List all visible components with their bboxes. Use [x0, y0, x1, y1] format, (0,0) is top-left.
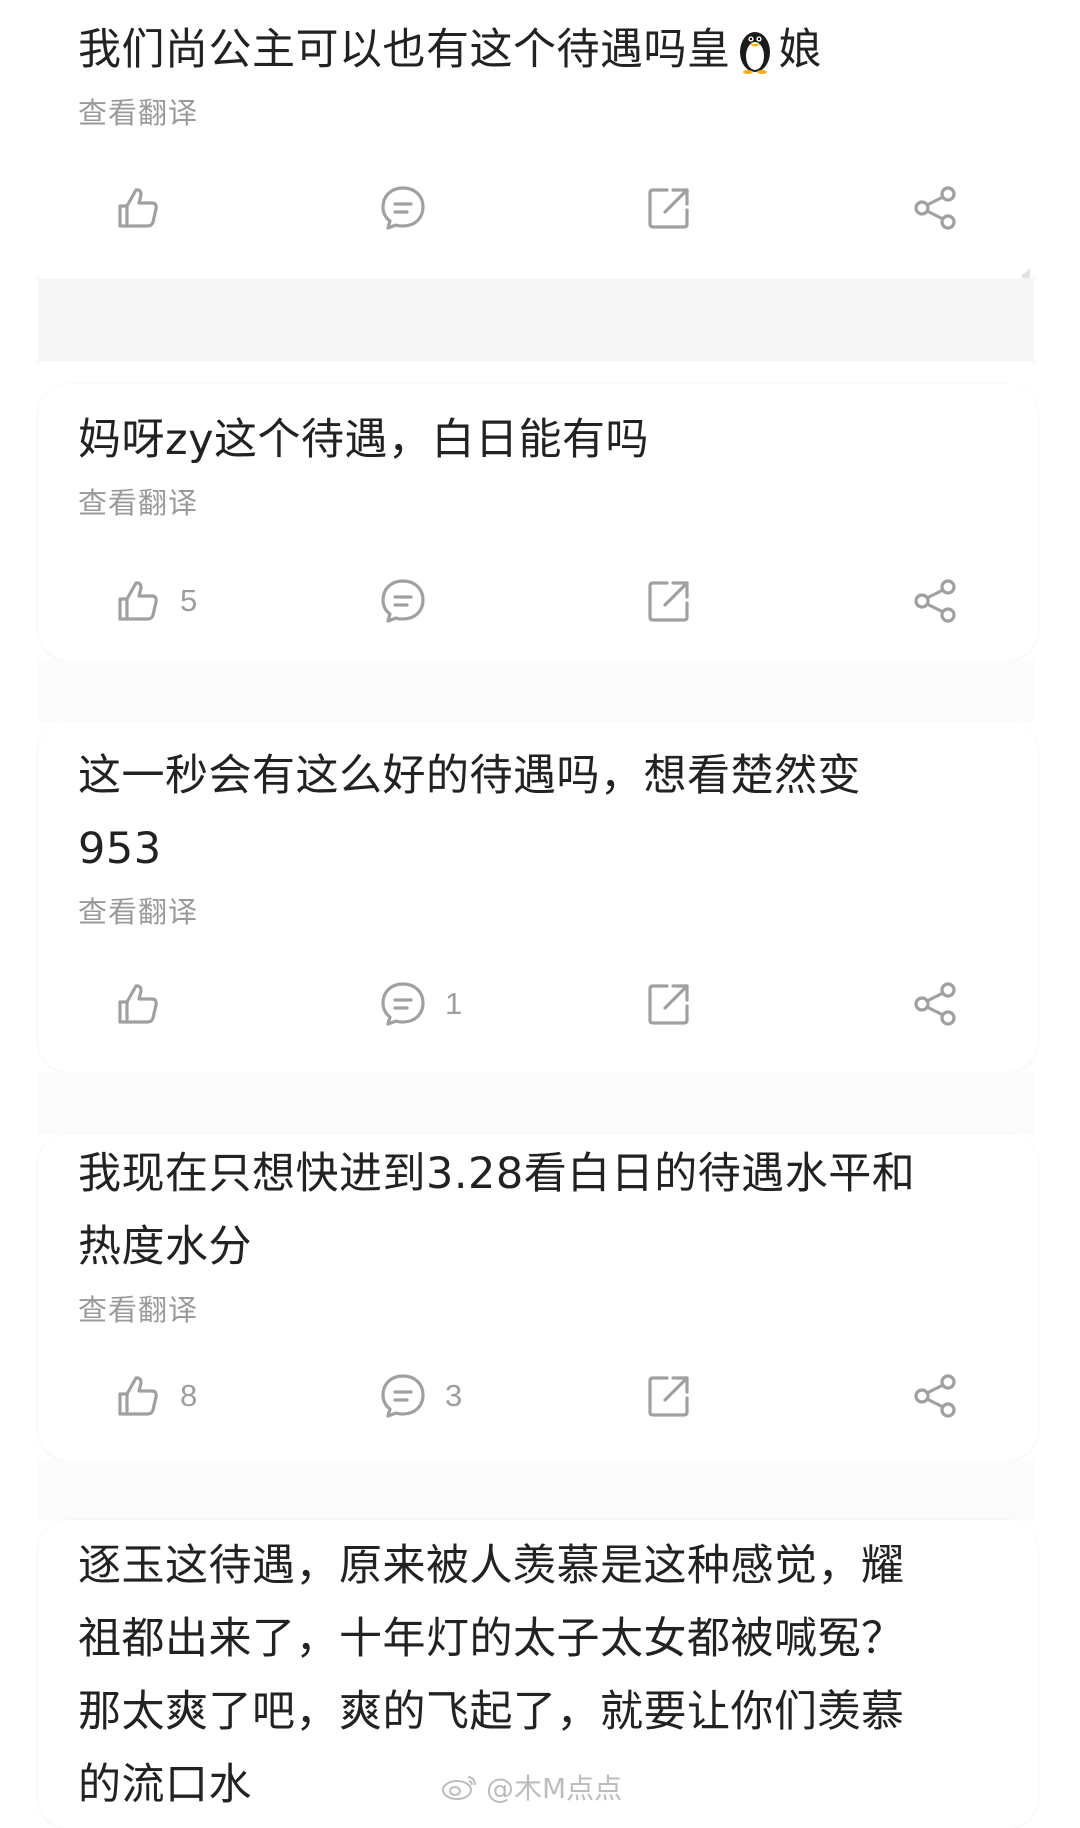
penguin-emoji-icon	[739, 32, 770, 74]
comment-bubble-icon	[381, 579, 425, 623]
thumbs-up-icon	[118, 188, 158, 228]
thumbs-up-icon	[118, 984, 158, 1024]
translate-link[interactable]: 查看翻译	[78, 483, 998, 523]
like-count: 8	[180, 1378, 198, 1413]
comment-text: 我们尚公主可以也有这个待遇吗皇 娘	[78, 14, 998, 87]
comment-text-part: 娘	[778, 25, 822, 75]
share-nodes-icon	[914, 186, 956, 230]
comment-bubble-icon	[381, 186, 425, 230]
comment-card: 这一秒会有这么好的待遇吗，想看楚然变 953 查看翻译 1	[38, 722, 1038, 1072]
share-button[interactable]	[910, 964, 962, 1044]
forward-button[interactable]	[643, 964, 695, 1044]
watermark: @木M点点	[440, 1765, 622, 1809]
action-bar: 5	[38, 561, 1038, 641]
action-bar: 8 3	[38, 1356, 1038, 1436]
share-nodes-icon	[914, 579, 956, 623]
separator-band	[38, 1072, 1034, 1134]
comment-card: 我现在只想快进到3.28看白日的待遇水平和 热度水分 查看翻译 8 3	[38, 1134, 1038, 1460]
thumbs-up-icon	[118, 581, 158, 621]
like-button[interactable]: 8	[112, 1356, 197, 1436]
share-button[interactable]	[910, 561, 962, 641]
reply-button[interactable]: 1	[377, 964, 462, 1044]
reply-count: 1	[445, 986, 463, 1021]
comment-text: 妈呀zy这个待遇，白日能有吗	[78, 415, 650, 465]
translate-link[interactable]: 查看翻译	[78, 93, 998, 133]
weibo-logo-icon	[442, 1776, 476, 1800]
forward-square-icon	[648, 188, 689, 229]
reply-button[interactable]	[377, 168, 445, 248]
comment-card: 妈呀zy这个待遇，白日能有吗 查看翻译 5	[38, 384, 1038, 660]
share-button[interactable]	[910, 1356, 962, 1436]
forward-button[interactable]	[643, 168, 695, 248]
like-button[interactable]: 5	[112, 561, 197, 641]
forward-square-icon	[648, 984, 689, 1025]
comment-card: 我们尚公主可以也有这个待遇吗皇 娘 查看翻译	[38, 0, 1038, 278]
comment-bubble-icon	[381, 982, 425, 1026]
action-bar	[38, 168, 1038, 248]
separator-band	[38, 278, 1034, 362]
separator-band	[38, 1460, 1034, 1520]
translate-link[interactable]: 查看翻译	[78, 892, 998, 932]
translate-link[interactable]: 查看翻译	[78, 1290, 998, 1330]
comment-feed: 我们尚公主可以也有这个待遇吗皇 娘 查看翻译 妈呀zy这个待遇，白日能有吗 查看…	[0, 0, 1080, 1828]
comment-text: 我现在只想快进到3.28看白日的待遇水平和 热度水分	[78, 1149, 916, 1272]
reply-count: 3	[445, 1378, 463, 1413]
share-nodes-icon	[914, 982, 956, 1026]
comment-bubble-icon	[381, 1374, 425, 1418]
forward-button[interactable]	[643, 1356, 695, 1436]
watermark-text: @木M点点	[486, 1772, 623, 1805]
thumbs-up-icon	[118, 1376, 158, 1416]
reply-button[interactable]: 3	[377, 1356, 462, 1436]
share-button[interactable]	[910, 168, 962, 248]
comment-text-part: 我们尚公主可以也有这个待遇吗皇	[78, 25, 731, 75]
forward-square-icon	[648, 581, 689, 622]
share-nodes-icon	[914, 1374, 956, 1418]
like-button[interactable]	[112, 964, 180, 1044]
forward-button[interactable]	[643, 561, 695, 641]
reply-button[interactable]	[377, 561, 445, 641]
comment-text: 这一秒会有这么好的待遇吗，想看楚然变 953	[78, 751, 861, 874]
separator-band	[38, 660, 1034, 722]
forward-square-icon	[648, 1376, 689, 1417]
like-count: 5	[180, 583, 198, 618]
like-button[interactable]	[112, 168, 180, 248]
action-bar: 1	[38, 964, 1038, 1044]
